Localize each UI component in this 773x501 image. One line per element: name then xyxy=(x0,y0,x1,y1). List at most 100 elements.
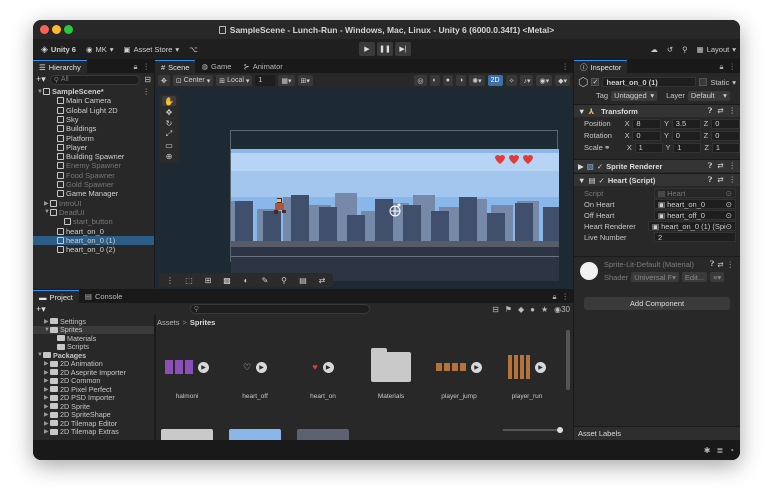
hierarchy-item[interactable]: start_button xyxy=(33,217,154,226)
sprite-shape-icon[interactable]: ▩ xyxy=(218,275,236,286)
folder-icon[interactable] xyxy=(161,429,213,440)
transform-scale-z-field[interactable]: 1 xyxy=(711,142,740,153)
project-tree-item[interactable]: ▶ Settings xyxy=(33,317,154,326)
object-picker-icon[interactable]: ⊙ xyxy=(726,189,732,198)
more-menu-icon[interactable]: ⋮ xyxy=(729,62,737,71)
lock-icon[interactable]: 🔒︎ xyxy=(134,62,138,72)
tile-palette-icon[interactable]: ⊞ xyxy=(199,275,217,286)
audio-toggle[interactable]: ♪▾ xyxy=(520,75,534,86)
transform-position-y-field[interactable]: 3.5 xyxy=(671,118,701,129)
history-icon[interactable]: ↺ xyxy=(667,45,673,54)
project-tree-item[interactable]: ▼ Packages xyxy=(33,351,154,360)
tool-handle-button[interactable]: ✥ xyxy=(158,75,170,86)
unity-version-button[interactable]: ◈ Unity 6 xyxy=(36,42,81,56)
static-checkbox[interactable] xyxy=(699,78,708,86)
more-menu-icon[interactable]: ⋮ xyxy=(729,161,737,171)
object-picker-icon[interactable]: ⊙ xyxy=(726,211,732,220)
breadcrumb-sprites[interactable]: Sprites xyxy=(190,318,215,327)
tab-scene[interactable]: # Scene xyxy=(155,60,196,73)
account-button[interactable]: ◉ MK ▾ xyxy=(81,42,119,56)
live-number-field[interactable]: 2 xyxy=(654,232,736,242)
visibility-toggle[interactable]: ◉▾ xyxy=(536,75,553,86)
rotate-tool-icon[interactable]: ↻ xyxy=(162,118,176,128)
hierarchy-item[interactable]: Enemy Spawner xyxy=(33,161,154,170)
snap-increment-button[interactable]: ⊞▾ xyxy=(297,75,313,86)
transform-tool-icon[interactable]: ⊕ xyxy=(162,151,176,161)
object-picker-icon[interactable]: ⊙ xyxy=(726,200,732,209)
asset-item[interactable]: ♡ ▶ heart_off xyxy=(225,329,285,413)
hierarchy-item[interactable]: heart_on_0 (1) xyxy=(33,235,154,245)
project-tree-item[interactable]: ▶ 2D Tilemap Extras xyxy=(33,427,154,436)
hierarchy-search-input[interactable]: ⚲ All xyxy=(49,74,141,85)
scene-viewport[interactable]: ✋ ✥ ↻ ⤢ ▭ ⊕ ⋮ ⬚ ⊞ ▩ ◐ ✎ ⚲ ▤ ⇄ xyxy=(155,88,573,289)
brush-icon[interactable]: ✎ xyxy=(256,275,274,286)
mode-2d-toggle[interactable]: 2D xyxy=(487,75,503,86)
asset-item[interactable]: ▶ player_run xyxy=(497,329,557,413)
add-object-button[interactable]: +▾ xyxy=(36,74,46,85)
asset-item[interactable]: Materials xyxy=(361,329,421,413)
grid-snap-button[interactable]: ▦▾ xyxy=(278,75,295,86)
gizmo-orientation-button[interactable]: ◎ xyxy=(414,75,427,86)
project-tree-item[interactable]: ▶ 2D Pixel Perfect xyxy=(33,385,154,394)
grid-size-field[interactable]: 1 xyxy=(255,75,276,86)
more-menu-icon[interactable]: ⋮ xyxy=(729,106,737,116)
transform-header[interactable]: ▼ ⅄ Transform ❓︎ ⇄ ⋮ xyxy=(574,104,740,117)
more-menu-icon[interactable]: ⋮ xyxy=(143,62,151,71)
space-dropdown[interactable]: ⊞ Local ▾ xyxy=(216,75,253,86)
help-icon[interactable]: ❓︎ xyxy=(708,106,713,116)
cloud-icon[interactable]: ☁ xyxy=(650,45,658,54)
hierarchy-item[interactable]: ▼ DeadUI xyxy=(33,208,154,217)
project-tree-item[interactable]: Materials xyxy=(33,334,154,343)
tag-icon[interactable]: ◆ xyxy=(518,305,524,314)
hierarchy-item[interactable]: Building Spawner xyxy=(33,152,154,161)
tag-dropdown[interactable]: Untagged ▾ xyxy=(611,90,658,101)
project-tree-item[interactable]: ▶ 2D Animation xyxy=(33,359,154,368)
warning-icon[interactable]: ● xyxy=(530,305,535,314)
help-icon[interactable]: ❓︎ xyxy=(708,175,713,185)
project-tree-item[interactable]: ▶ 2D Aseprite Importer xyxy=(33,368,154,377)
more-menu-icon[interactable]: ⋮ xyxy=(562,62,570,71)
enabled-checkbox[interactable]: ✓ xyxy=(597,162,603,171)
scene-lighting-toggle[interactable]: ✧ xyxy=(505,75,518,86)
object-name-field[interactable]: heart_on_0 (1) xyxy=(602,77,697,87)
lighting-button[interactable]: ● xyxy=(442,75,453,86)
filter-icon[interactable]: ⊟ xyxy=(144,75,151,84)
draw-mode-button[interactable]: ✺▾ xyxy=(469,75,485,86)
project-tree-item[interactable]: ▶ 2D Common xyxy=(33,376,154,385)
preset-icon[interactable]: ⇄ xyxy=(717,260,723,269)
step-button[interactable]: ▶| xyxy=(395,42,411,56)
preset-icon[interactable]: ⇄ xyxy=(717,161,723,171)
close-window-button[interactable] xyxy=(40,25,49,34)
cache-icon[interactable]: ≣ xyxy=(716,446,723,455)
search-by-type-icon[interactable]: ⊟ xyxy=(492,305,499,314)
layers-icon[interactable]: ▤ xyxy=(294,275,312,286)
wireframe-button[interactable]: ◑ xyxy=(456,75,467,86)
favorite-icon[interactable]: ★ xyxy=(541,305,548,314)
hierarchy-item[interactable]: Gold Spawner xyxy=(33,180,154,189)
play-preview-icon[interactable]: ▶ xyxy=(471,361,482,373)
hierarchy-item[interactable]: Player xyxy=(33,143,154,152)
constrain-proportions-icon[interactable]: ⚭ xyxy=(604,143,624,152)
hierarchy-item[interactable]: Global Light 2D xyxy=(33,106,154,115)
tab-inspector[interactable]: ⓘ Inspector xyxy=(574,60,628,73)
maximize-window-button[interactable] xyxy=(64,25,73,34)
hidden-count-badge[interactable]: ◉30 xyxy=(554,305,570,314)
asset-item[interactable]: ♥ ▶ heart_on xyxy=(293,329,353,413)
search-icon[interactable]: ⚲ xyxy=(682,45,688,54)
pivot-dropdown[interactable]: ⊡ Center ▾ xyxy=(172,75,214,86)
off-heart-field[interactable]: ▣ heart_off_0 ⊙ xyxy=(654,210,736,220)
transform-position-z-field[interactable]: 0 xyxy=(711,118,740,129)
project-tree-item[interactable]: Scripts xyxy=(33,342,154,351)
play-button[interactable]: ▶ xyxy=(359,42,375,56)
tab-hierarchy[interactable]: ☰ Hierarchy xyxy=(33,60,87,73)
more-menu-icon[interactable]: ⋮ xyxy=(143,87,155,96)
lock-icon[interactable]: 🔒︎ xyxy=(553,292,557,302)
project-tree-item[interactable]: ▶ 2D SpriteShape xyxy=(33,410,154,419)
move-tool-icon[interactable]: ✥ xyxy=(162,107,176,117)
project-tree-item[interactable]: ▼ Sprites xyxy=(33,325,154,334)
project-tree-item[interactable]: ▶ 2D PSD Importer xyxy=(33,393,154,402)
hierarchy-item[interactable]: ▼ SampleScene* ⋮ xyxy=(33,87,154,96)
platform-sprite-icon[interactable] xyxy=(297,429,349,440)
rect-select-icon[interactable]: ⬚ xyxy=(180,275,198,286)
transform-rotation-x-field[interactable]: 0 xyxy=(632,130,662,141)
